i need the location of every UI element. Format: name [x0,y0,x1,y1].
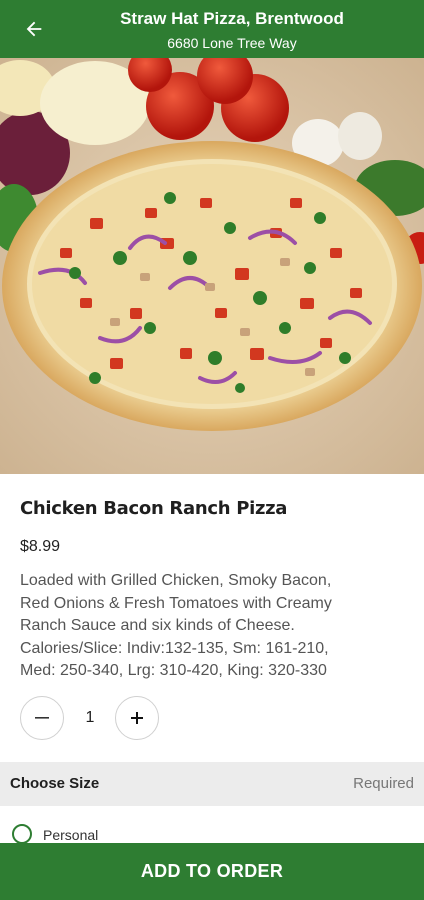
plus-icon [131,712,143,724]
decrement-button[interactable] [20,696,64,740]
size-section-header: Choose Size Required [0,762,424,806]
add-to-order-button[interactable]: ADD TO ORDER [0,843,424,900]
item-price: $8.99 [20,538,61,555]
increment-button[interactable] [115,696,159,740]
restaurant-address: 6680 Lone Tree Way [167,35,297,51]
section-title: Choose Size [10,775,100,792]
required-label: Required [353,775,414,792]
option-label: Personal [43,827,99,843]
restaurant-name: Straw Hat Pizza, Brentwood [120,9,344,28]
item-photo [0,58,424,474]
app-header: Straw Hat Pizza, Brentwood 6680 Lone Tre… [0,0,424,58]
arrow-left-icon [26,21,42,37]
item-description: Loaded with Grilled Chicken, Smoky Bacon… [20,572,332,679]
item-name: Chicken Bacon Ranch Pizza [20,498,288,519]
quantity-stepper: 1 [20,696,220,744]
minus-icon [35,717,49,719]
quantity-value: 1 [85,709,95,726]
back-button[interactable] [14,13,54,45]
radio-button[interactable] [12,824,32,844]
